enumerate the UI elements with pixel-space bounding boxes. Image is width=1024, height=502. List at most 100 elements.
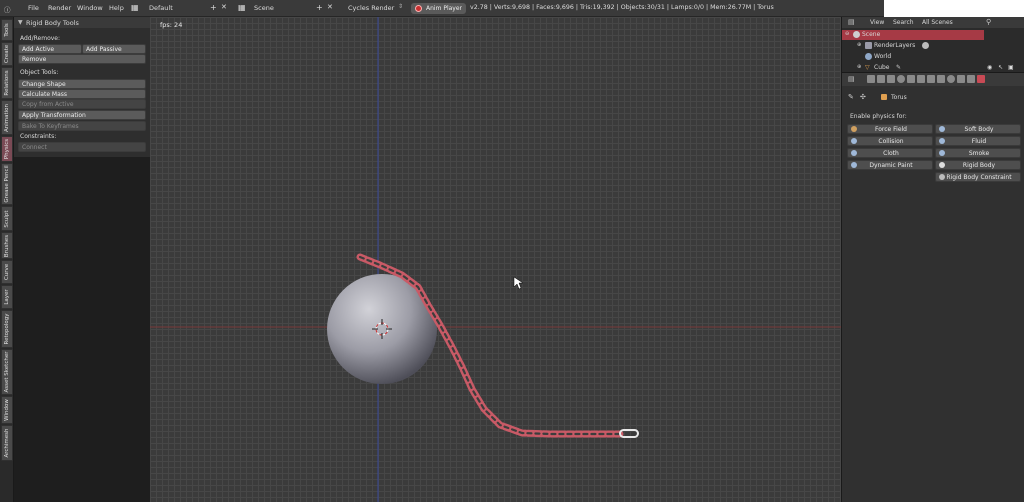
rigid-body-button[interactable]: Rigid Body: [935, 160, 1021, 170]
physics-tab-icon[interactable]: [977, 75, 985, 83]
render-tab-icon[interactable]: [867, 75, 875, 83]
tab-label: Relations: [4, 70, 10, 96]
outliner-search-menu[interactable]: Search: [893, 19, 914, 26]
editor-type-icon[interactable]: ⓘ: [4, 4, 11, 14]
pin-icon[interactable]: ✎: [848, 93, 854, 101]
screen-layout-icon[interactable]: ▦: [131, 3, 139, 12]
tab-tools[interactable]: Tools: [1, 19, 13, 41]
add-passive-button[interactable]: Add Passive: [82, 44, 146, 54]
render-engine-select[interactable]: Cycles Render: [348, 4, 394, 12]
tab-label: Retopology: [4, 313, 10, 345]
menu-file[interactable]: File: [28, 4, 39, 12]
apply-transformation-button[interactable]: Apply Transformation: [18, 110, 146, 120]
force-field-button[interactable]: Force Field: [847, 124, 933, 134]
button-label: Rigid Body Constraint: [946, 174, 1012, 181]
copy-from-active-button[interactable]: Copy from Active: [18, 99, 146, 109]
tab-sculpt[interactable]: Sculpt: [1, 206, 13, 231]
scene-name[interactable]: Scene: [254, 4, 274, 12]
info-header: ⓘ File Render Window Help ▦ Default + ✕ …: [0, 0, 1024, 17]
smoke-button[interactable]: Smoke: [935, 148, 1021, 158]
constraints-tab-icon[interactable]: [917, 75, 925, 83]
delete-screen-icon[interactable]: ✕: [221, 3, 227, 11]
tab-retopology[interactable]: Retopology: [1, 310, 13, 348]
tab-window[interactable]: Window: [1, 396, 13, 424]
outliner-row-label: Cube: [874, 64, 890, 71]
calculate-mass-button[interactable]: Calculate Mass: [18, 89, 146, 99]
panel-header[interactable]: ▼ Rigid Body Tools: [14, 17, 150, 28]
cloth-button[interactable]: Cloth: [847, 148, 933, 158]
remove-button[interactable]: Remove: [18, 54, 146, 64]
scene-icon: [853, 31, 860, 38]
tab-layer[interactable]: Layer: [1, 285, 13, 309]
visibility-icon[interactable]: ◉: [987, 64, 992, 71]
engine-dropdown-icon[interactable]: ⇕: [398, 3, 403, 10]
button-label: Cloth: [883, 150, 899, 157]
editor-type-icon[interactable]: ▤: [848, 18, 855, 26]
viewport-scene: [150, 17, 841, 502]
button-label: Soft Body: [964, 126, 994, 133]
outliner-view-menu[interactable]: View: [870, 19, 884, 26]
modifiers-tab-icon[interactable]: [927, 75, 935, 83]
expand-icon[interactable]: ⊕: [857, 42, 861, 48]
expand-icon[interactable]: ⊕: [857, 64, 861, 70]
menu-render[interactable]: Render: [48, 4, 71, 12]
menu-help[interactable]: Help: [109, 4, 124, 12]
bake-to-keyframes-button[interactable]: Bake To Keyframes: [18, 121, 146, 131]
tab-label: Archimesh: [4, 428, 10, 458]
select-arrow-icon[interactable]: ↖: [998, 64, 1003, 71]
data-tab-icon[interactable]: [937, 75, 945, 83]
scene-tab-icon[interactable]: [887, 75, 895, 83]
collapse-triangle-icon[interactable]: ▼: [18, 19, 23, 26]
button-label: Fluid: [971, 138, 987, 145]
torus-mesh-icon: [881, 94, 887, 100]
tab-archimesh[interactable]: Archimesh: [1, 425, 13, 461]
particles-tab-icon[interactable]: [967, 75, 975, 83]
tab-brushes[interactable]: Brushes: [1, 232, 13, 259]
material-tab-icon[interactable]: [947, 75, 955, 83]
render-icon[interactable]: ▣: [1008, 64, 1014, 71]
soft-body-button[interactable]: Soft Body: [935, 124, 1021, 134]
outliner-row-scene[interactable]: ⊖ Scene: [842, 30, 984, 40]
search-icon[interactable]: ⚲: [986, 18, 991, 26]
tab-relations[interactable]: Relations: [1, 67, 13, 99]
tab-animation[interactable]: Animation: [1, 100, 13, 135]
delete-scene-icon[interactable]: ✕: [327, 3, 333, 11]
rigid-body-constraint-button[interactable]: Rigid Body Constraint: [935, 172, 1021, 182]
change-shape-button[interactable]: Change Shape: [18, 79, 146, 89]
outliner-display-mode[interactable]: All Scenes: [922, 19, 953, 26]
screen-layout-name[interactable]: Default: [149, 4, 173, 12]
add-active-button[interactable]: Add Active: [18, 44, 82, 54]
add-scene-icon[interactable]: +: [316, 3, 323, 12]
outliner-row-renderlayers[interactable]: ⊕ RenderLayers: [842, 41, 1024, 51]
expand-icon[interactable]: ⊖: [845, 31, 849, 37]
tab-curve[interactable]: Curve: [1, 260, 13, 284]
dynamic-paint-button[interactable]: Dynamic Paint: [847, 160, 933, 170]
menu-window[interactable]: Window: [77, 4, 103, 12]
texture-tab-icon[interactable]: [957, 75, 965, 83]
editor-type-icon[interactable]: ▤: [848, 75, 855, 83]
collision-button[interactable]: Collision: [847, 136, 933, 146]
tab-create[interactable]: Create: [1, 42, 13, 66]
3d-viewport[interactable]: fps: 24: [150, 17, 841, 502]
render-layers-tab-icon[interactable]: [877, 75, 885, 83]
object-name: Torus: [891, 94, 907, 101]
enable-physics-label: Enable physics for:: [850, 113, 907, 120]
object-tab-icon[interactable]: [907, 75, 915, 83]
scene-statistics: v2.78 | Verts:9,698 | Faces:9,696 | Tris…: [470, 4, 774, 11]
outliner-row-world[interactable]: World: [842, 52, 1024, 62]
tab-label: Sculpt: [4, 209, 10, 228]
connect-button[interactable]: Connect: [18, 142, 146, 152]
anim-player-button[interactable]: Anim Player: [411, 3, 466, 14]
tab-label: Brushes: [4, 234, 10, 257]
world-tab-icon[interactable]: [897, 75, 905, 83]
tab-asset-sketcher[interactable]: Asset Sketcher: [1, 349, 13, 395]
constraints-label: Constraints:: [20, 133, 57, 140]
scene-icon[interactable]: ▦: [238, 3, 246, 12]
fluid-button[interactable]: Fluid: [935, 136, 1021, 146]
tab-label: Window: [4, 399, 10, 421]
tab-grease-pencil[interactable]: Grease Pencil: [1, 163, 13, 205]
button-label: Force Field: [875, 126, 907, 133]
tool-shelf: ▼ Rigid Body Tools Add/Remove: Add Activ…: [14, 17, 150, 157]
add-screen-icon[interactable]: +: [210, 3, 217, 12]
tab-physics[interactable]: Physics: [1, 136, 13, 162]
